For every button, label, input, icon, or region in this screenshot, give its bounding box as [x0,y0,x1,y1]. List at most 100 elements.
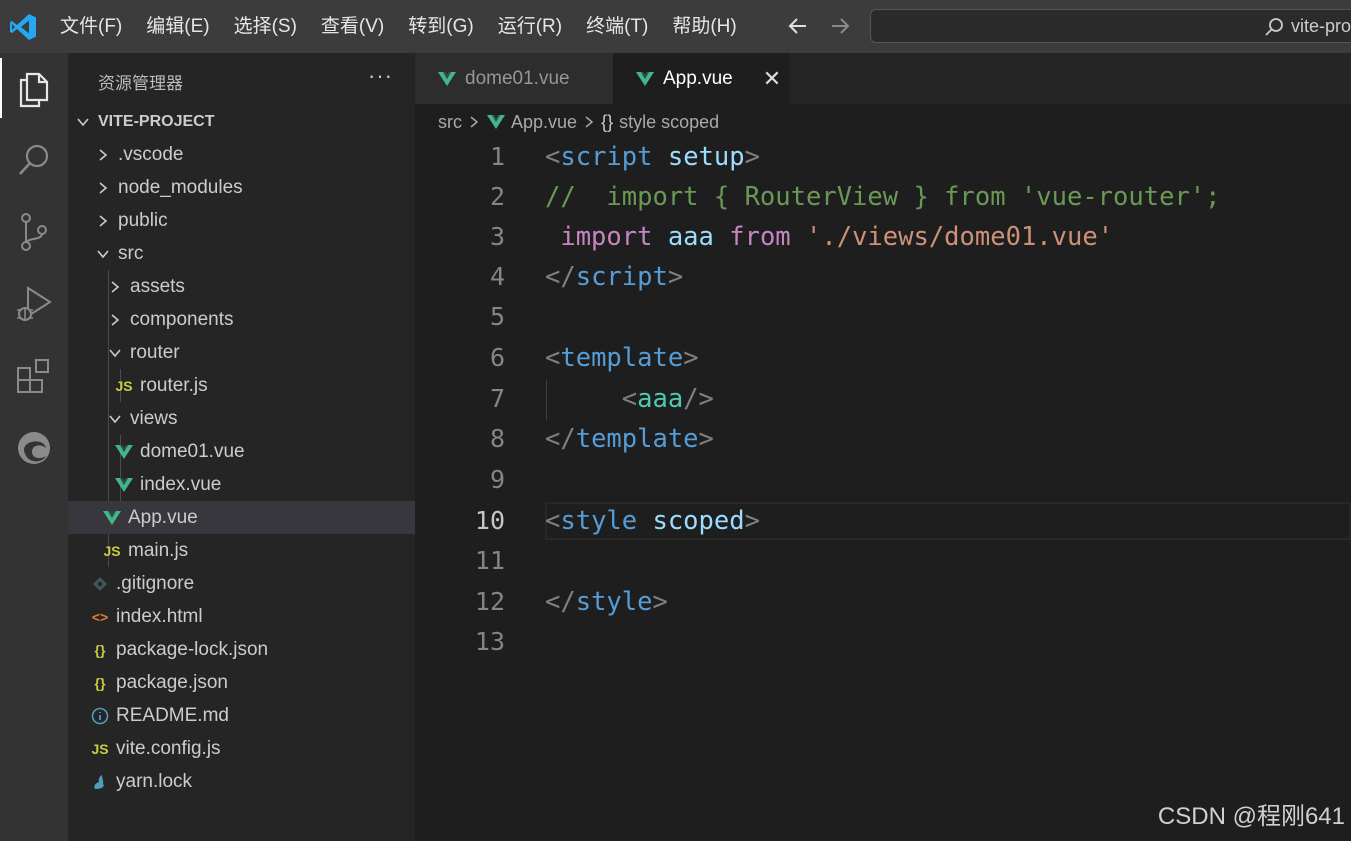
vscode-logo-icon [10,14,36,40]
menu-run[interactable]: 运行(R) [486,9,574,45]
tree-item-package-lock-json[interactable]: {} package-lock.json [68,633,415,666]
project-root[interactable]: VITE-PROJECT [68,105,415,138]
menu-terminal[interactable]: 终端(T) [574,9,660,45]
tree-item-src[interactable]: src [68,237,415,270]
arrow-right-icon[interactable] [826,13,852,39]
watermark: CSDN @程刚641 [1157,803,1345,830]
menu-edit[interactable]: 编辑(E) [134,9,221,45]
menu-help[interactable]: 帮助(H) [660,9,748,45]
line-number: 3 [489,222,505,251]
js-file-icon: JS [115,377,133,394]
line-number: 13 [474,627,505,656]
tree-item-vscode[interactable]: .vscode [68,138,415,171]
tree-item-label: yarn.lock [116,770,193,792]
tree-item-gitignore[interactable]: .gitignore [68,567,415,600]
tree-item-dome01-vue[interactable]: dome01.vue [68,435,415,468]
html-file-icon: <> [91,608,109,625]
search-text: vite-pro [1291,16,1351,36]
menu-view[interactable]: 查看(V) [309,9,396,45]
chevron-down-icon [109,414,121,423]
tree-item-public[interactable]: public [68,204,415,237]
explorer-icon[interactable] [0,58,68,118]
code-line-active: 10 <style scoped> [415,502,1351,542]
json-file-icon: {} [94,674,106,691]
code-line: 6 <template> [415,339,1351,379]
js-file-icon: JS [103,542,121,559]
code-text: // import { RouterView } from 'vue-route… [545,182,1221,212]
line-number: 7 [489,384,505,413]
more-actions-icon[interactable]: ··· [368,63,393,89]
code-text: <aaa/> [606,384,714,414]
chevron-right-icon [99,214,108,227]
tree-item-assets[interactable]: assets [68,270,415,303]
tree-item-index-vue[interactable]: index.vue [68,468,415,501]
yarn-file-icon [94,774,104,789]
code-line: 8 </template> [415,420,1351,460]
code-text: <script setup> [545,142,760,172]
line-number: 1 [489,142,505,171]
line-number: 5 [489,302,505,331]
vue-file-icon [636,71,654,86]
sidebar-title: 资源管理器 [98,74,183,93]
code-text: <template> [545,343,699,373]
activity-bar [0,53,68,841]
tab-app-vue[interactable]: App.vue ✕ [613,53,790,104]
code-editor[interactable]: 1 <script setup> 2 // import { RouterVie… [415,138,1351,841]
chevron-down-icon [109,348,121,357]
tree-item-components[interactable]: components [68,303,415,336]
menu-file[interactable]: 文件(F) [48,9,134,45]
tree-item-views[interactable]: views [68,402,415,435]
run-debug-icon[interactable] [0,274,68,334]
tree-item-label: vite.config.js [116,737,221,759]
tree-item-router-js[interactable]: JS router.js [68,369,415,402]
line-number: 11 [474,546,505,575]
tree-item-yarn-lock[interactable]: yarn.lock [68,765,415,798]
search-icon[interactable] [0,130,68,190]
chevron-right-icon [470,116,479,128]
tree-item-label: main.js [128,539,189,561]
tree-item-label: node_modules [118,176,243,198]
tree-item-label: components [130,308,234,330]
explorer-sidebar: 资源管理器 ··· VITE-PROJECT .vscode node_modu… [68,53,415,841]
chevron-right-icon [585,116,594,128]
arrow-left-icon[interactable] [786,13,812,39]
tree-item-package-json[interactable]: {} package.json [68,666,415,699]
project-title: VITE-PROJECT [98,112,215,130]
tree-item-label: package.json [116,671,228,693]
tree-item-app-vue[interactable]: App.vue [68,501,415,534]
line-number: 10 [474,506,505,535]
breadcrumb-src[interactable]: src [438,112,462,133]
tree-item-router[interactable]: router [68,336,415,369]
tree-item-label: router.js [140,374,208,396]
tree-item-label: .vscode [118,143,184,165]
json-file-icon: {} [94,641,106,658]
menu-selection[interactable]: 选择(S) [222,9,309,45]
code-text: </style> [545,587,668,617]
code-line: 13 [415,623,1351,663]
edge-icon[interactable] [0,418,68,478]
vue-file-icon [438,71,456,86]
extensions-icon[interactable] [0,346,68,406]
tab-dome01-vue[interactable]: dome01.vue [415,53,613,104]
tree-item-vite-config[interactable]: JS vite.config.js [68,732,415,765]
code-line: 5 [415,298,1351,338]
code-line: 11 [415,542,1351,582]
code-line: 2 // import { RouterView } from 'vue-rou… [415,178,1351,218]
editor-tab-bar: dome01.vue App.vue ✕ [415,53,1351,104]
tree-item-node-modules[interactable]: node_modules [68,171,415,204]
breadcrumb-symbol[interactable]: style scoped [619,112,719,133]
title-bar: 文件(F) 编辑(E) 选择(S) 查看(V) 转到(G) 运行(R) 终端(T… [0,0,1351,53]
source-control-icon[interactable] [0,202,68,262]
menu-go[interactable]: 转到(G) [396,9,485,45]
command-center-search[interactable]: vite-pro [870,9,1351,43]
code-line: 4 </script> [415,258,1351,298]
breadcrumb: src App.vue {} style scoped [438,108,719,136]
tree-item-readme[interactable]: README.md [68,699,415,732]
close-icon[interactable]: ✕ [763,66,781,92]
tree-item-main-js[interactable]: JS main.js [68,534,415,567]
tree-item-index-html[interactable]: <> index.html [68,600,415,633]
breadcrumb-file[interactable]: App.vue [511,112,577,133]
git-file-icon [93,576,107,591]
chevron-right-icon [99,148,108,161]
line-number: 2 [489,182,505,211]
